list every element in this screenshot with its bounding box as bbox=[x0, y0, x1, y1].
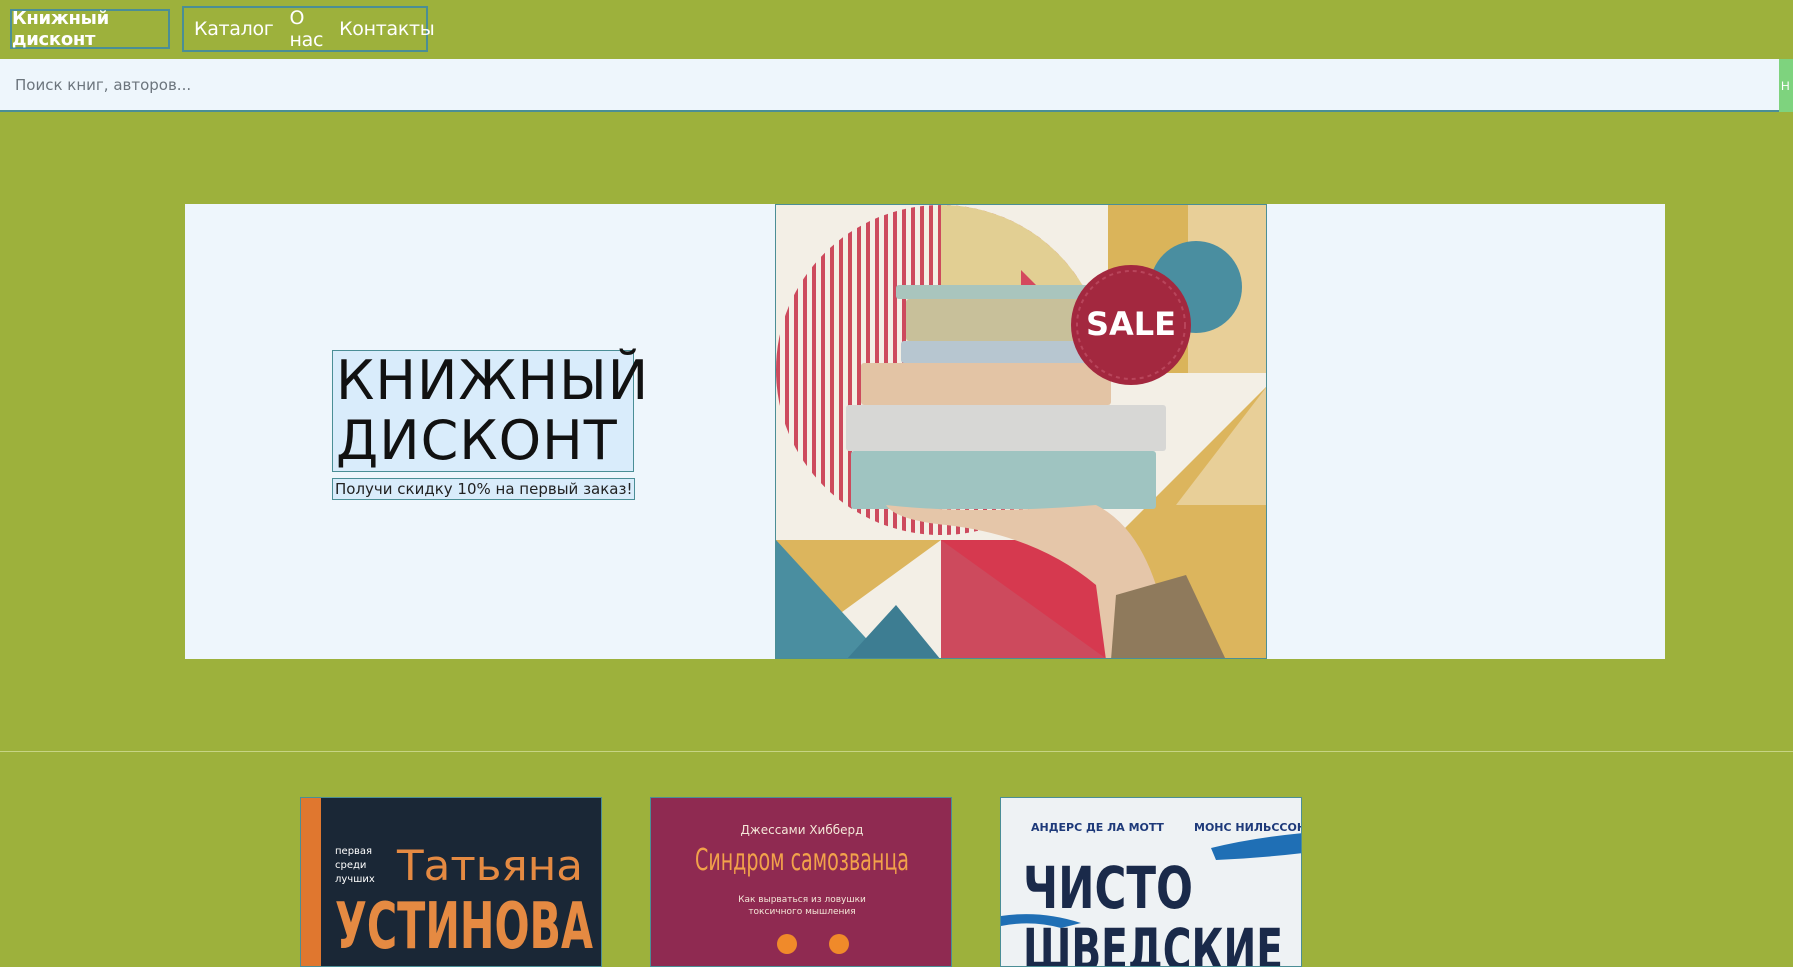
book-cover-3: АНДЕРС ДЕ ЛА МОТТ МОНС НИЛЬССОН ЧИСТО ШВ… bbox=[1001, 798, 1302, 966]
svg-text:Синдром самозванца: Синдром самозванца bbox=[695, 843, 909, 878]
book-cover-1: первая среди лучших Татьяна УСТИНОВА bbox=[301, 798, 601, 966]
book-card-1[interactable]: первая среди лучших Татьяна УСТИНОВА bbox=[300, 797, 602, 967]
svg-text:ЧИСТО: ЧИСТО bbox=[1023, 854, 1193, 922]
nav-link-catalog[interactable]: Каталог bbox=[194, 18, 274, 40]
book-card-3[interactable]: АНДЕРС ДЕ ЛА МОТТ МОНС НИЛЬССОН ЧИСТО ШВ… bbox=[1000, 797, 1302, 967]
svg-text:токсичного мышления: токсичного мышления bbox=[748, 907, 855, 917]
search-button[interactable]: Н bbox=[1779, 59, 1793, 112]
svg-text:Как вырваться из ловушки: Как вырваться из ловушки bbox=[738, 895, 866, 905]
hero-title: КНИЖНЫЙ ДИСКОНТ bbox=[332, 349, 650, 472]
svg-text:Джессами Хибберд: Джессами Хибберд bbox=[741, 823, 864, 837]
svg-text:лучших: лучших bbox=[335, 874, 375, 885]
section-divider bbox=[0, 751, 1793, 752]
nav-link-contacts[interactable]: Контакты bbox=[339, 18, 435, 40]
hero-title-line-1: КНИЖНЫЙ bbox=[336, 349, 650, 412]
svg-text:УСТИНОВА: УСТИНОВА bbox=[335, 890, 593, 964]
hero-sale-image: SALE bbox=[775, 204, 1267, 659]
book-card-2[interactable]: Джессами Хибберд Синдром самозванца Как … bbox=[650, 797, 952, 967]
svg-text:среди: среди bbox=[335, 860, 366, 871]
svg-text:АНДЕРС ДЕ ЛА МОТТ: АНДЕРС ДЕ ЛА МОТТ bbox=[1031, 821, 1164, 834]
main-nav: Каталог О нас Контакты bbox=[182, 6, 435, 52]
svg-text:Татьяна: Татьяна bbox=[396, 841, 583, 890]
search-input[interactable] bbox=[0, 59, 1779, 110]
books-sale-illustration: SALE bbox=[776, 205, 1266, 658]
hero-title-line-2: ДИСКОНТ bbox=[336, 409, 618, 472]
search-bar bbox=[0, 59, 1779, 112]
book-cover-2: Джессами Хибберд Синдром самозванца Как … bbox=[651, 798, 951, 966]
svg-text:первая: первая bbox=[335, 846, 372, 857]
hero-subtitle: Получи скидку 10% на первый заказ! bbox=[332, 478, 636, 500]
site-logo[interactable]: Книжный дисконт bbox=[10, 8, 170, 50]
sale-badge-text: SALE bbox=[1086, 305, 1176, 343]
nav-link-about[interactable]: О нас bbox=[290, 7, 324, 51]
hero-banner: КНИЖНЫЙ ДИСКОНТ Получи скидку 10% на пер… bbox=[185, 204, 1665, 659]
svg-text:МОНС НИЛЬССОН: МОНС НИЛЬССОН bbox=[1194, 821, 1302, 834]
